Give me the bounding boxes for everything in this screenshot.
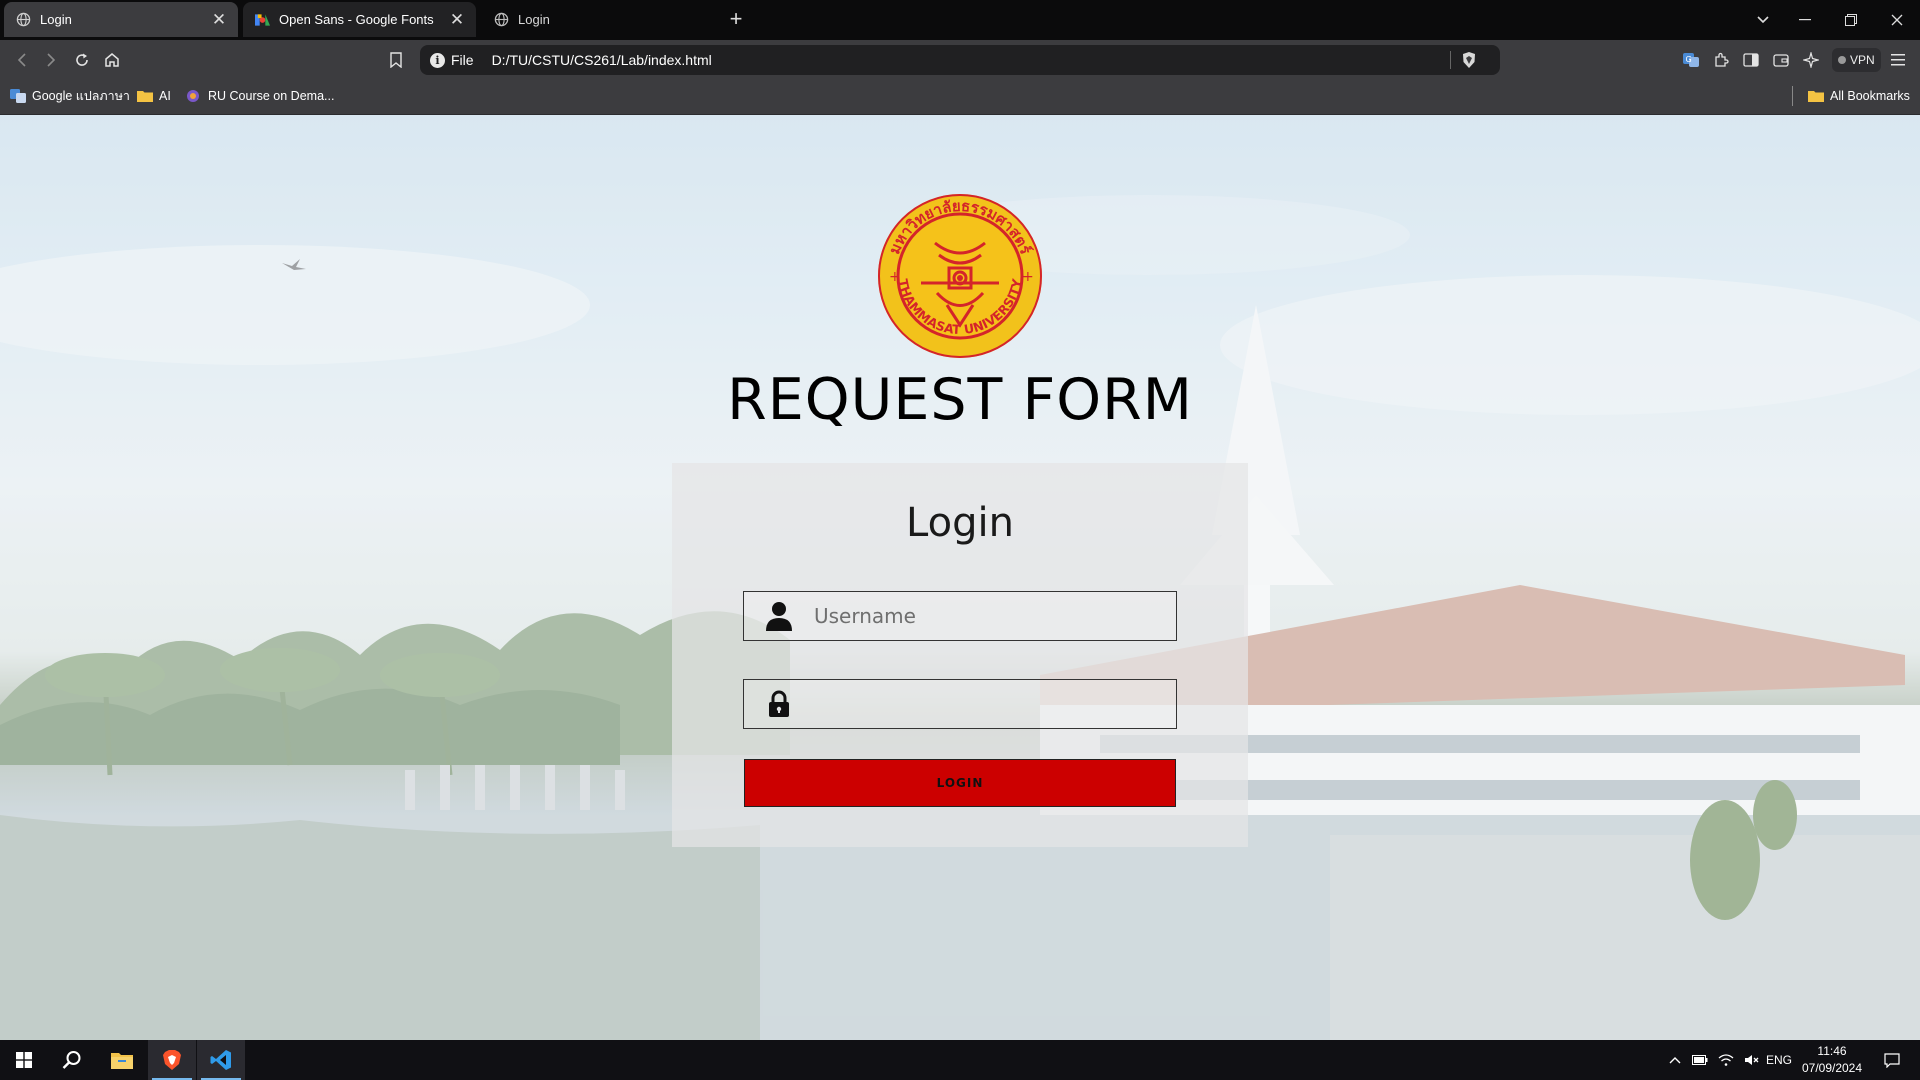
clock-time: 11:46: [1817, 1044, 1847, 1058]
bookmark-label: AI: [159, 89, 171, 103]
restore-button[interactable]: [1828, 0, 1874, 40]
tab-login[interactable]: Login: [482, 2, 715, 37]
password-input[interactable]: [814, 681, 1176, 727]
wifi-icon[interactable]: [1714, 1040, 1738, 1080]
clock-date: 07/09/2024: [1801, 1061, 1863, 1075]
seal-star-left: +: [889, 269, 901, 285]
sidebar-toggle-icon[interactable]: [1737, 46, 1765, 74]
close-window-button[interactable]: [1874, 0, 1920, 40]
folder-icon: [1808, 89, 1824, 103]
tab-label: Login: [518, 12, 550, 27]
bookmark-google-translate[interactable]: Google แปลภาษา: [10, 86, 130, 106]
forward-button[interactable]: [37, 46, 65, 74]
brave-icon[interactable]: [148, 1040, 196, 1080]
site-info-icon[interactable]: i: [430, 52, 445, 68]
tab-label: Open Sans - Google Fonts: [279, 12, 434, 27]
start-icon[interactable]: [0, 1040, 48, 1080]
search-icon[interactable]: [48, 1040, 96, 1080]
browser-tab-strip: Login ✕ Open Sans - Google Fonts ✕ Login…: [0, 0, 1920, 40]
folder-icon: [137, 89, 153, 103]
windows-taskbar: ENG 11:46 07/09/2024: [0, 1040, 1920, 1080]
vpn-button[interactable]: VPN: [1832, 48, 1881, 72]
extensions-puzzle-icon[interactable]: [1707, 46, 1735, 74]
user-icon: [764, 601, 794, 631]
vscode-icon[interactable]: [197, 1040, 245, 1080]
username-field[interactable]: [743, 591, 1177, 641]
login-button[interactable]: LOGIN: [744, 759, 1176, 807]
back-button[interactable]: [8, 46, 36, 74]
vpn-status-dot: [1838, 56, 1846, 64]
file-explorer-icon[interactable]: [98, 1040, 146, 1080]
new-tab-button[interactable]: +: [722, 7, 750, 33]
google-translate-icon: [10, 89, 26, 103]
svg-text:G: G: [1686, 55, 1692, 64]
all-bookmarks-button[interactable]: All Bookmarks: [1808, 86, 1910, 106]
lock-icon: [764, 689, 794, 719]
notifications-icon[interactable]: [1872, 1040, 1912, 1080]
university-seal-logo: มหาวิทยาลัยธรรมศาสตร์ THAMMASAT UNIVERSI…: [878, 194, 1042, 358]
tab-search-chevron-icon[interactable]: [1740, 0, 1786, 40]
battery-icon[interactable]: [1688, 1040, 1712, 1080]
bookmark-label: RU Course on Dema...: [208, 89, 335, 103]
close-tab-icon[interactable]: ✕: [206, 7, 232, 33]
password-field[interactable]: [743, 679, 1177, 729]
system-clock[interactable]: 11:46 07/09/2024: [1796, 1043, 1868, 1077]
page-title: REQUEST FORM: [727, 367, 1193, 433]
username-input[interactable]: [814, 593, 1176, 639]
tab-open-sans[interactable]: Open Sans - Google Fonts ✕: [243, 2, 476, 37]
minimize-button[interactable]: [1782, 0, 1828, 40]
globe-icon: [494, 12, 509, 27]
address-divider: [1450, 51, 1451, 69]
tab-label: Login: [40, 12, 72, 27]
speaker-muted-icon[interactable]: [1740, 1040, 1764, 1080]
page-viewport: มหาวิทยาลัยธรรมศาสตร์ THAMMASAT UNIVERSI…: [0, 115, 1920, 1040]
bookmark-page-icon[interactable]: [382, 46, 410, 74]
address-bar[interactable]: i File D:/TU/CSTU/CS261/Lab/index.html: [420, 45, 1500, 75]
bookmarks-divider: [1792, 86, 1793, 106]
translate-extension-icon[interactable]: G: [1677, 46, 1705, 74]
vpn-label: VPN: [1850, 53, 1875, 67]
home-button[interactable]: [98, 46, 126, 74]
address-url[interactable]: D:/TU/CSTU/CS261/Lab/index.html: [492, 52, 712, 68]
bookmark-ru-course[interactable]: RU Course on Dema...: [186, 86, 334, 106]
wallet-icon[interactable]: [1767, 46, 1795, 74]
reload-button[interactable]: [68, 46, 96, 74]
login-card: Login LOGIN: [672, 463, 1248, 847]
leo-ai-icon[interactable]: [1797, 46, 1825, 74]
brave-shields-icon[interactable]: [1460, 51, 1478, 69]
address-scheme-label: File: [451, 52, 474, 68]
google-fonts-icon: [255, 12, 270, 27]
bookmark-folder-ai[interactable]: AI: [137, 86, 171, 106]
show-hidden-icons-chevron-icon[interactable]: [1664, 1040, 1686, 1080]
tab-login-active[interactable]: Login ✕: [4, 2, 238, 37]
site-icon: [186, 89, 202, 103]
login-heading: Login: [906, 500, 1014, 546]
menu-hamburger-icon[interactable]: [1884, 46, 1912, 74]
bookmark-label: Google แปลภาษา: [32, 89, 130, 103]
all-bookmarks-label: All Bookmarks: [1830, 89, 1910, 103]
close-tab-icon[interactable]: ✕: [444, 7, 470, 33]
globe-icon: [16, 12, 31, 27]
language-indicator[interactable]: ENG: [1764, 1040, 1794, 1080]
seal-star-right: +: [1022, 269, 1034, 285]
